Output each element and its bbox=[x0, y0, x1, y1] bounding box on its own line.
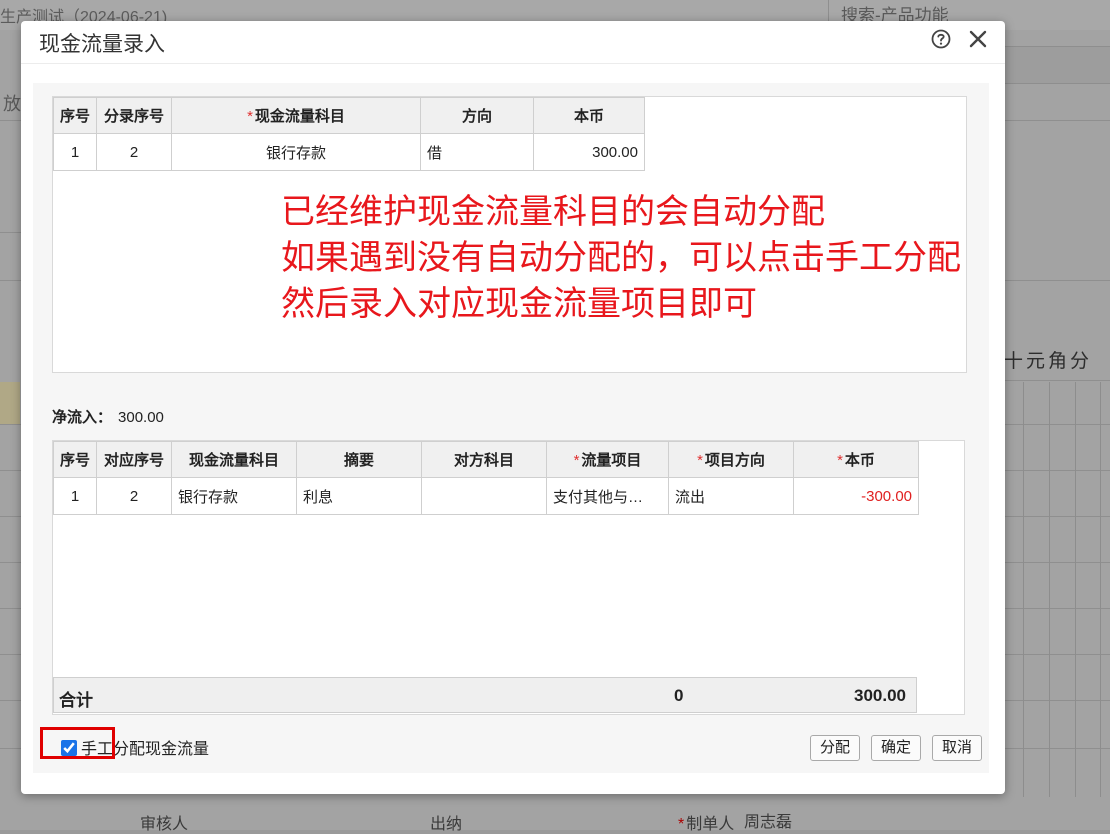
background-maker-name: 周志磊 bbox=[744, 814, 793, 831]
entry-table: 序号 分录序号 * 现金流量科目 方向 本币 1 2 银行存款 借 300.00 bbox=[53, 97, 645, 171]
column-header: 摘要 bbox=[296, 441, 422, 478]
column-header: 对方科目 bbox=[421, 441, 547, 478]
ref-seq-cell: 2 bbox=[96, 477, 172, 515]
annotation-line: 如果遇到没有自动分配的，可以点击手工分配 bbox=[281, 238, 961, 278]
total-label: 合计 bbox=[59, 691, 93, 710]
allocation-panel: 序号 对应序号 现金流量科目 摘要 对方科目 * 流量项目 * 项目方向 * 本币 1… bbox=[52, 440, 965, 715]
net-inflow-label: 净流入： bbox=[52, 409, 113, 426]
net-inflow-value: 300.00 bbox=[118, 409, 164, 426]
dialog-title: 现金流量录入 bbox=[39, 33, 165, 56]
column-header: * 本币 bbox=[793, 441, 919, 478]
total-sum: 300.00 bbox=[854, 686, 906, 705]
divider bbox=[1049, 382, 1050, 797]
divider bbox=[0, 232, 22, 233]
background-toolbar-band bbox=[1005, 46, 1110, 84]
dialog-body: 序号 分录序号 *现金流量科目 方向 本币 1 2 银行存款 借 300.00 bbox=[33, 83, 989, 773]
direction-cell: 借 bbox=[420, 133, 534, 171]
highlight-box bbox=[40, 727, 115, 759]
dialog-header: 现金流量录入 bbox=[21, 21, 1005, 64]
column-header: 本币 bbox=[533, 97, 645, 134]
item-direction-cell[interactable]: 流出 bbox=[668, 477, 794, 515]
seq-cell: 1 bbox=[53, 477, 97, 515]
annotation-line: 然后录入对应现金流量项目即可 bbox=[281, 284, 757, 324]
background-amount-units: 十元角分 bbox=[1004, 351, 1093, 372]
background-reviewer-label: 审核人 bbox=[140, 816, 189, 833]
seq-cell: 1 bbox=[53, 133, 97, 171]
column-header: 现金流量科目 bbox=[171, 441, 297, 478]
background-cashier-label: 出纳 bbox=[430, 816, 463, 833]
column-header: 方向 bbox=[420, 97, 534, 134]
allocate-button[interactable]: 分配 bbox=[810, 735, 861, 761]
total-zero: 0 bbox=[674, 686, 684, 705]
cash-flow-dialog: 现金流量录入 序号 分录序号 * 现金流量科目 方向 本币 1 2 银行存款 借… bbox=[21, 21, 1005, 794]
cancel-button[interactable]: 取消 bbox=[932, 735, 983, 761]
background-maker-label: * 制单人 bbox=[678, 816, 735, 833]
amount-cell[interactable]: -300.00 bbox=[793, 477, 919, 515]
amount-cell: 300.00 bbox=[533, 133, 645, 171]
allocation-table: 序号 对应序号 现金流量科目 摘要 对方科目 * 流量项目 * 项目方向 * 本币 1… bbox=[53, 441, 919, 515]
divider bbox=[1100, 382, 1101, 797]
annotation-text: 已经维护现金流量科目的会自动分配 如果遇到没有自动分配的，可以点击手工分配 然后… bbox=[281, 189, 961, 327]
counter-account-cell[interactable] bbox=[421, 477, 547, 515]
summary-cell[interactable]: 利息 bbox=[296, 477, 422, 515]
flow-item-cell[interactable]: 支付其他与… bbox=[546, 477, 669, 515]
background-left-text: 放 bbox=[3, 94, 21, 114]
table-row[interactable]: 1 2 银行存款 利息 支付其他与… 流出 -300.00 bbox=[53, 477, 919, 515]
column-header: * 流量项目 bbox=[546, 441, 669, 478]
divider bbox=[1005, 380, 1110, 381]
account-cell[interactable]: 银行存款 bbox=[171, 477, 297, 515]
account-cell: 银行存款 bbox=[171, 133, 421, 171]
column-header: 对应序号 bbox=[96, 441, 172, 478]
divider bbox=[1023, 382, 1024, 797]
annotation-line: 已经维护现金流量科目的会自动分配 bbox=[281, 192, 825, 232]
column-header: 分录序号 bbox=[96, 97, 172, 134]
table-header-row: 序号 对应序号 现金流量科目 摘要 对方科目 * 流量项目 * 项目方向 * 本币 bbox=[53, 441, 919, 478]
table-row[interactable]: 1 2 银行存款 借 300.00 bbox=[53, 133, 645, 171]
column-header: 序号 bbox=[53, 97, 97, 134]
question-circle-icon[interactable] bbox=[931, 29, 951, 49]
background-selected-row bbox=[0, 382, 20, 424]
divider bbox=[1075, 382, 1076, 797]
entry-seq-cell: 2 bbox=[96, 133, 172, 171]
column-header: * 项目方向 bbox=[668, 441, 794, 478]
net-inflow: 净流入： 300.00 bbox=[52, 406, 164, 427]
confirm-button[interactable]: 确定 bbox=[871, 735, 922, 761]
manual-allocation-checkbox[interactable]: 手工分配现金流量 bbox=[40, 727, 209, 759]
total-row: 合计 0 300.00 bbox=[53, 677, 917, 713]
entry-panel: 序号 分录序号 *现金流量科目 方向 本币 1 2 银行存款 借 300.00 bbox=[52, 96, 967, 373]
close-icon[interactable] bbox=[967, 28, 989, 50]
column-header: * 现金流量科目 bbox=[171, 97, 421, 134]
column-header: 序号 bbox=[53, 441, 97, 478]
table-header-row: 序号 分录序号 * 现金流量科目 方向 本币 bbox=[53, 97, 645, 134]
